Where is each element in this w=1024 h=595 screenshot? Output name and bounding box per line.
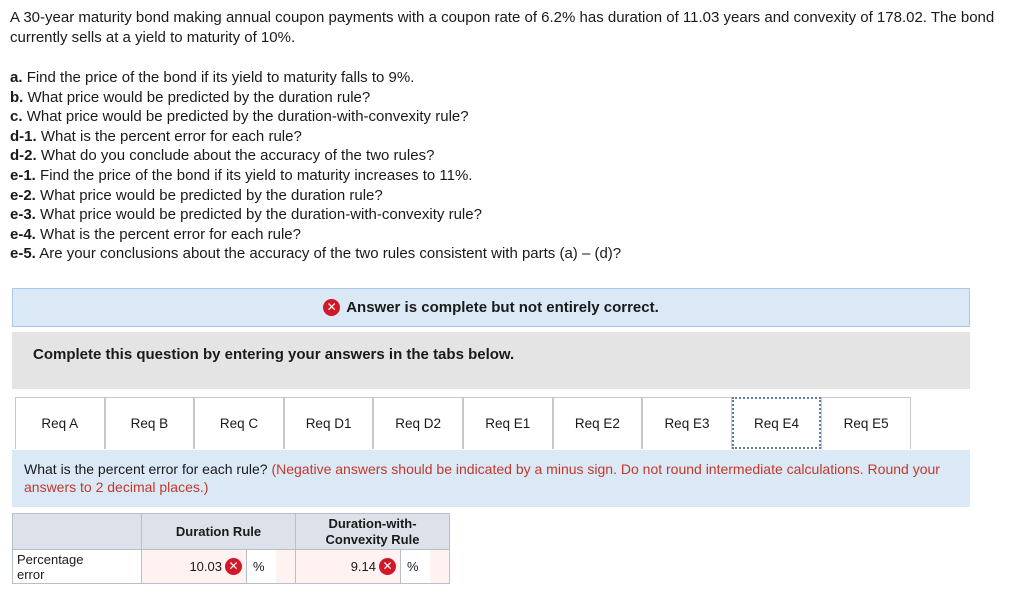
duration-error-input[interactable]: 10.03 bbox=[142, 559, 224, 574]
instructions: Complete this question by entering your … bbox=[12, 332, 970, 389]
part-label: c. bbox=[10, 108, 23, 126]
tab-req-e4[interactable]: Req E4 bbox=[731, 397, 822, 449]
x-icon: ✕ bbox=[225, 558, 242, 575]
part-text: Find the price of the bond if its yield … bbox=[26, 69, 415, 86]
question-part: d-1. What is the percent error for each … bbox=[10, 127, 1015, 147]
duration-error-cell: 10.03 ✕ % bbox=[141, 549, 296, 584]
x-icon: ✕ bbox=[323, 299, 341, 316]
problem-intro: A 30-year maturity bond making annual co… bbox=[10, 9, 995, 46]
part-label: e-1. bbox=[10, 166, 36, 184]
table-row: Percentage error 10.03 ✕ % 9.14 ✕ % bbox=[12, 549, 450, 584]
part-label: a. bbox=[10, 69, 23, 86]
part-text: Find the price of the bond if its yield … bbox=[40, 166, 473, 184]
question-part: e-4. What is the percent error for each … bbox=[10, 225, 1015, 245]
empty-header bbox=[12, 513, 142, 550]
table-header-row: Duration Rule Duration-with- Convexity R… bbox=[12, 513, 450, 550]
question-part: e-2. What price would be predicted by th… bbox=[10, 186, 1015, 206]
row-label: Percentage error bbox=[12, 549, 142, 584]
part-text: What do you conclude about the accuracy … bbox=[40, 147, 435, 165]
part-text: What is the percent error for each rule? bbox=[40, 225, 301, 243]
part-label: b. bbox=[10, 88, 24, 106]
part-label: e-3. bbox=[10, 206, 36, 224]
part-text: What price would be predicted by the dur… bbox=[40, 186, 383, 204]
tab-req-e5[interactable]: Req E5 bbox=[821, 397, 911, 449]
tab-req-e1[interactable]: Req E1 bbox=[462, 397, 553, 449]
convexity-error-cell: 9.14 ✕ % bbox=[295, 549, 450, 584]
question-part: e-5. Are your conclusions about the accu… bbox=[10, 244, 1015, 264]
header-convexity-rule: Duration-with- Convexity Rule bbox=[295, 513, 450, 550]
question-part: e-3. What price would be predicted by th… bbox=[10, 205, 1015, 225]
question-part: a. Find the price of the bond if its yie… bbox=[10, 68, 1015, 88]
header-line: Convexity Rule bbox=[325, 531, 420, 547]
answer-status-banner: ✕ Answer is complete but not entirely co… bbox=[12, 288, 970, 327]
tab-req-b[interactable]: Req B bbox=[104, 397, 195, 449]
header-line: Duration-with- bbox=[328, 515, 417, 531]
req-tabs: Req A Req B Req C Req D1 Req D2 Req E1 R… bbox=[15, 397, 911, 449]
question-part: b. What price would be predicted by the … bbox=[10, 88, 1015, 108]
question-part: e-1. Find the price of the bond if its y… bbox=[10, 166, 1015, 186]
part-text: What is the percent error for each rule? bbox=[40, 127, 302, 145]
tab-req-e2[interactable]: Req E2 bbox=[552, 397, 643, 449]
tab-req-e3[interactable]: Req E3 bbox=[642, 397, 732, 449]
part-text: What price would be predicted by the dur… bbox=[26, 108, 469, 126]
row-label-line: error bbox=[17, 566, 45, 582]
part-label: e-5. bbox=[10, 245, 36, 263]
tab-req-a[interactable]: Req A bbox=[15, 397, 105, 449]
part-label: e-2. bbox=[10, 186, 36, 204]
row-label-line: Percentage bbox=[17, 551, 84, 567]
percent-unit: % bbox=[400, 550, 430, 583]
question-parts: a. Find the price of the bond if its yie… bbox=[10, 68, 1015, 264]
tab-req-c[interactable]: Req C bbox=[194, 397, 284, 449]
part-text: What price would be predicted by the dur… bbox=[40, 206, 482, 224]
tab-req-d1[interactable]: Req D1 bbox=[283, 397, 374, 449]
question-text: What is the percent error for each rule? bbox=[24, 461, 268, 477]
header-duration-rule: Duration Rule bbox=[141, 513, 296, 550]
tab-req-d2[interactable]: Req D2 bbox=[373, 397, 463, 449]
part-text: Are your conclusions about the accuracy … bbox=[39, 245, 622, 263]
part-label: e-4. bbox=[10, 225, 36, 243]
question-part: c. What price would be predicted by the … bbox=[10, 107, 1015, 127]
part-text: What price would be predicted by the dur… bbox=[27, 88, 371, 106]
x-icon: ✕ bbox=[379, 558, 396, 575]
answer-table: Duration Rule Duration-with- Convexity R… bbox=[12, 513, 450, 584]
question-part: d-2. What do you conclude about the accu… bbox=[10, 146, 1015, 166]
part-label: d-2. bbox=[10, 147, 37, 165]
banner-text: Answer is complete but not entirely corr… bbox=[346, 299, 659, 316]
part-label: d-1. bbox=[10, 127, 37, 145]
question-panel: What is the percent error for each rule?… bbox=[12, 450, 970, 507]
percent-unit: % bbox=[246, 550, 276, 583]
convexity-error-input[interactable]: 9.14 bbox=[296, 559, 378, 574]
